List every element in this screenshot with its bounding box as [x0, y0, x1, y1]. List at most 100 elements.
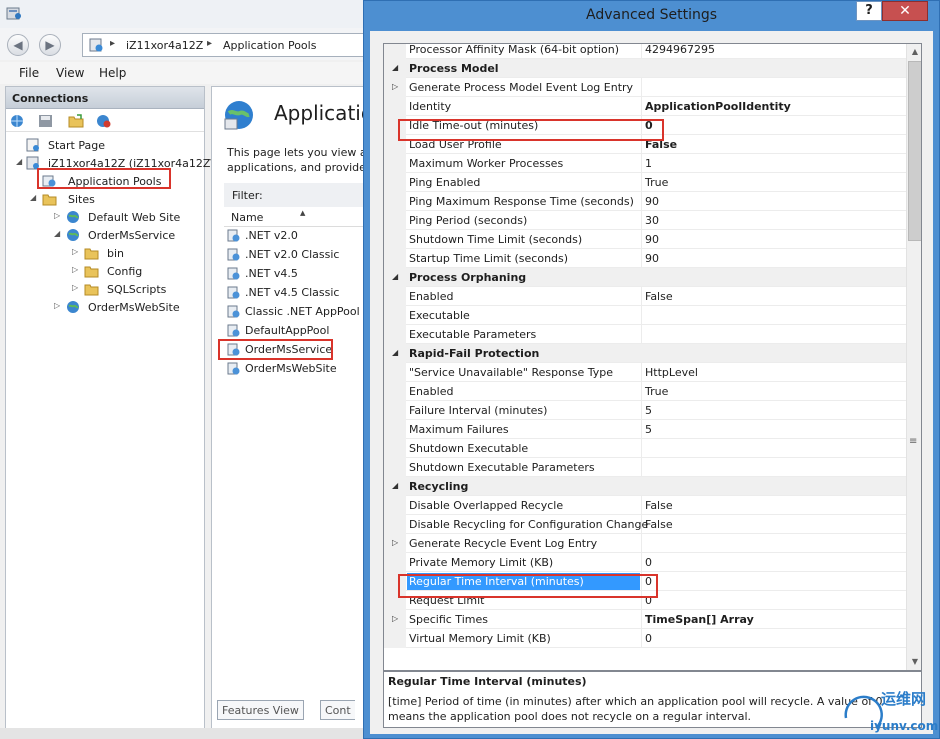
menu-file[interactable]: File — [19, 66, 39, 80]
expand-arrow-icon[interactable]: ▷ — [72, 247, 78, 256]
property-row[interactable]: Ping Enabled True — [384, 173, 906, 192]
property-row[interactable]: ▷ Generate Process Model Event Log Entry — [384, 78, 906, 97]
property-row[interactable]: Private Memory Limit (KB) 0 — [384, 553, 906, 572]
property-row[interactable]: Disable Recycling for Configuration Chan… — [384, 515, 906, 534]
property-value[interactable]: 90 — [645, 252, 659, 265]
property-name: Failure Interval (minutes) — [409, 404, 548, 417]
property-row[interactable]: Shutdown Executable Parameters — [384, 458, 906, 477]
property-category[interactable]: ◢ Recycling — [384, 477, 906, 496]
property-value[interactable]: 0 — [645, 556, 652, 569]
collapse-arrow-icon[interactable]: ◢ — [30, 193, 36, 202]
property-row[interactable]: Shutdown Executable — [384, 439, 906, 458]
property-row[interactable]: Disable Overlapped Recycle False — [384, 496, 906, 515]
property-row[interactable]: Maximum Worker Processes 1 — [384, 154, 906, 173]
expand-arrow-icon[interactable]: ▷ — [54, 211, 60, 220]
address-bar[interactable]: ▸ iZ11xor4a12Z ▸ Application Pools — [82, 33, 364, 57]
row-margin — [384, 287, 406, 306]
expand-arrow-icon[interactable]: ▷ — [72, 265, 78, 274]
annotation-box-idle-timeout — [398, 119, 664, 141]
row-margin — [384, 553, 406, 572]
tree-item-label: OrderMsWebSite — [88, 301, 180, 314]
property-value[interactable]: True — [645, 385, 668, 398]
property-row[interactable]: Ping Period (seconds) 30 — [384, 211, 906, 230]
name-column-header[interactable]: Name ▲ — [224, 207, 365, 227]
tree-item-label: Default Web Site — [88, 211, 181, 224]
collapse-arrow-icon[interactable]: ◢ — [392, 272, 398, 281]
features-view-tab[interactable]: Features View — [217, 700, 304, 720]
menu-help[interactable]: Help — [99, 66, 126, 80]
property-row[interactable]: Processor Affinity Mask (64-bit option) 4… — [384, 44, 906, 59]
tree-item-label: Start Page — [48, 139, 105, 152]
column-divider — [641, 534, 642, 553]
property-row[interactable]: Maximum Failures 5 — [384, 420, 906, 439]
save-icon[interactable] — [38, 114, 54, 128]
vertical-scrollbar[interactable]: ▲ ≡ ▼ — [906, 44, 921, 670]
menu-view[interactable]: View — [56, 66, 84, 80]
property-value[interactable]: 90 — [645, 195, 659, 208]
forward-button[interactable]: ▶ — [39, 34, 61, 56]
property-value[interactable]: 1 — [645, 157, 652, 170]
content-view-tab[interactable]: Cont — [320, 700, 355, 720]
expand-arrow-icon[interactable]: ▷ — [72, 283, 78, 292]
expand-arrow-icon[interactable]: ▷ — [392, 82, 398, 91]
property-row[interactable]: Executable Parameters — [384, 325, 906, 344]
row-margin — [384, 249, 406, 268]
scroll-down-arrow-icon[interactable]: ▼ — [907, 654, 921, 670]
close-button[interactable]: ✕ — [882, 1, 928, 21]
collapse-arrow-icon[interactable]: ◢ — [54, 229, 60, 238]
breadcrumb-server[interactable]: iZ11xor4a12Z — [126, 39, 203, 52]
collapse-arrow-icon[interactable]: ◢ — [392, 348, 398, 357]
property-value[interactable]: False — [645, 518, 673, 531]
property-value[interactable]: 90 — [645, 233, 659, 246]
property-category[interactable]: ◢ Process Model — [384, 59, 906, 78]
property-value[interactable]: ApplicationPoolIdentity — [645, 100, 791, 113]
property-row[interactable]: Identity ApplicationPoolIdentity — [384, 97, 906, 116]
collapse-arrow-icon[interactable]: ◢ — [392, 481, 398, 490]
forward-arrow-icon: ▶ — [45, 38, 55, 52]
expand-arrow-icon[interactable]: ▷ — [54, 301, 60, 310]
property-row[interactable]: Failure Interval (minutes) 5 — [384, 401, 906, 420]
property-row[interactable]: Enabled False — [384, 287, 906, 306]
property-row[interactable]: Ping Maximum Response Time (seconds) 90 — [384, 192, 906, 211]
property-row[interactable]: Virtual Memory Limit (KB) 0 — [384, 629, 906, 648]
column-divider — [641, 287, 642, 306]
scroll-thumb[interactable] — [908, 61, 921, 241]
connections-toolbar — [6, 110, 204, 132]
disconnect-icon[interactable] — [96, 114, 112, 128]
open-folder-icon[interactable] — [68, 114, 84, 128]
expand-arrow-icon[interactable]: ▷ — [392, 538, 398, 547]
property-value[interactable]: 5 — [645, 423, 652, 436]
property-row[interactable]: ▷ Generate Recycle Event Log Entry — [384, 534, 906, 553]
property-category[interactable]: ◢ Rapid-Fail Protection — [384, 344, 906, 363]
property-value[interactable]: TimeSpan[] Array — [645, 613, 754, 626]
row-margin — [384, 306, 406, 325]
row-margin — [384, 496, 406, 515]
property-row[interactable]: Shutdown Time Limit (seconds) 90 — [384, 230, 906, 249]
property-row[interactable]: Enabled True — [384, 382, 906, 401]
property-value[interactable]: 30 — [645, 214, 659, 227]
property-name: Private Memory Limit (KB) — [409, 556, 554, 569]
collapse-arrow-icon[interactable]: ◢ — [16, 157, 22, 166]
row-margin — [384, 458, 406, 477]
property-row[interactable]: Startup Time Limit (seconds) 90 — [384, 249, 906, 268]
help-button[interactable]: ? — [856, 1, 882, 21]
property-row[interactable]: Executable — [384, 306, 906, 325]
property-value[interactable]: 0 — [645, 632, 652, 645]
expand-arrow-icon[interactable]: ▷ — [392, 614, 398, 623]
property-value[interactable]: True — [645, 176, 668, 189]
property-value[interactable]: 5 — [645, 404, 652, 417]
property-value[interactable]: False — [645, 290, 673, 303]
scroll-up-arrow-icon[interactable]: ▲ — [907, 44, 921, 60]
property-category[interactable]: ◢ Process Orphaning — [384, 268, 906, 287]
application-pool-label: .NET v2.0 — [245, 229, 298, 242]
property-value[interactable]: HttpLevel — [645, 366, 698, 379]
connect-globe-icon[interactable] — [10, 114, 26, 128]
back-button[interactable]: ◀ — [7, 34, 29, 56]
breadcrumb-node[interactable]: Application Pools — [223, 39, 316, 52]
property-row[interactable]: "Service Unavailable" Response Type HttpL… — [384, 363, 906, 382]
filter-bar[interactable]: Filter: — [224, 183, 365, 207]
property-value[interactable]: False — [645, 499, 673, 512]
collapse-arrow-icon[interactable]: ◢ — [392, 63, 398, 72]
property-value[interactable]: 4294967295 — [645, 44, 715, 56]
property-row[interactable]: ▷ Specific Times TimeSpan[] Array — [384, 610, 906, 629]
